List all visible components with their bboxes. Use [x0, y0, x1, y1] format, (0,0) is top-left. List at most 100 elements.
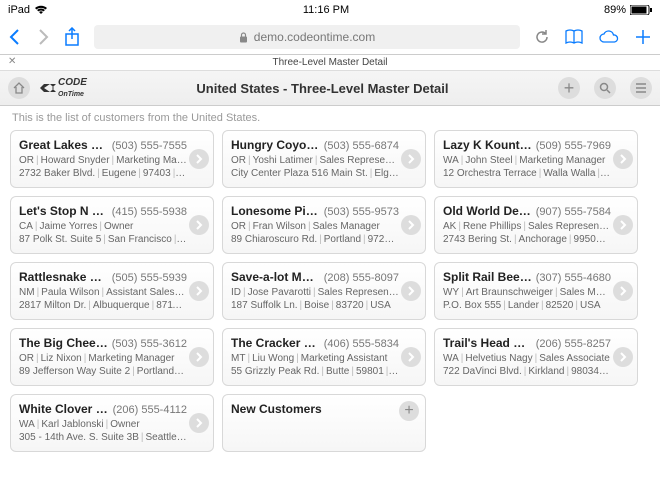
customer-card[interactable]: Split Rail Beer & Ale (307) 555-4680WY|Ar…: [434, 262, 638, 320]
search-icon[interactable]: [594, 77, 616, 99]
customer-phone: (509) 555-7969: [536, 139, 611, 154]
customer-contact-line: ID|Jose Pavarotti|Sales Representati…: [231, 286, 399, 300]
new-customer-label: New Customers: [231, 401, 322, 417]
chevron-right-icon[interactable]: [613, 149, 633, 169]
customer-name: Rattlesnake Canyon…: [19, 269, 108, 285]
customer-address-line: 187 Suffolk Ln.|Boise|83720|USA: [231, 299, 399, 313]
home-icon[interactable]: [8, 77, 30, 99]
new-customer-card[interactable]: New Customers +: [222, 394, 426, 452]
brand-logo: CODEOnTime: [40, 77, 87, 99]
customer-contact-line: WA|John Steel|Marketing Manager: [443, 154, 611, 168]
customer-name: Hungry Coyote Imp…: [231, 137, 320, 153]
customer-contact-line: WY|Art Braunschweiger|Sales Mana…: [443, 286, 611, 300]
chevron-right-icon[interactable]: [189, 347, 209, 367]
hint-text: This is the list of customers from the U…: [0, 106, 660, 130]
address-bar[interactable]: demo.codeontime.com: [94, 25, 520, 49]
customer-grid: Great Lakes Food M… (503) 555-7555OR|Howa…: [0, 130, 660, 462]
customer-address-line: 2817 Milton Dr.|Albuquerque|8711…: [19, 299, 187, 313]
customer-card[interactable]: The Big Cheese(503) 555-3612OR|Liz Nixon…: [10, 328, 214, 386]
close-tab-icon[interactable]: ✕: [8, 56, 16, 67]
customer-phone: (503) 555-9573: [324, 205, 399, 220]
customer-contact-line: OR|Liz Nixon|Marketing Manager: [19, 352, 187, 366]
customer-phone: (208) 555-8097: [324, 271, 399, 286]
forward-icon: [36, 28, 50, 46]
customer-address-line: 87 Polk St. Suite 5|San Francisco|94…: [19, 233, 187, 247]
chevron-right-icon[interactable]: [189, 413, 209, 433]
customer-card[interactable]: Lazy K Kountry Store (509) 555-7969WA|Joh…: [434, 130, 638, 188]
customer-name: Trail's Head Gourm…: [443, 335, 532, 351]
customer-address-line: City Center Plaza 516 Main St.|Elgin|…: [231, 167, 399, 181]
chevron-right-icon[interactable]: [613, 347, 633, 367]
customer-contact-line: OR|Yoshi Latimer|Sales Representa…: [231, 154, 399, 168]
chevron-right-icon[interactable]: [613, 281, 633, 301]
customer-card[interactable]: Let's Stop N Shop (415) 555-5938CA|Jaime …: [10, 196, 214, 254]
chevron-right-icon[interactable]: [189, 215, 209, 235]
new-tab-icon[interactable]: [634, 28, 652, 46]
customer-address-line: 2732 Baker Blvd.|Eugene|97403|U…: [19, 167, 187, 181]
customer-card[interactable]: Trail's Head Gourm…(206) 555-8257WA|Helv…: [434, 328, 638, 386]
customer-name: Save-a-lot Markets: [231, 269, 320, 285]
customer-phone: (415) 555-5938: [112, 205, 187, 220]
chevron-right-icon[interactable]: [189, 149, 209, 169]
customer-phone: (406) 555-5834: [324, 337, 399, 352]
customer-phone: (307) 555-4680: [536, 271, 611, 286]
customer-address-line: 89 Jefferson Way Suite 2|Portland|9…: [19, 365, 187, 379]
customer-name: The Big Cheese: [19, 335, 108, 351]
customer-address-line: 55 Grizzly Peak Rd.|Butte|59801|…: [231, 365, 399, 379]
customer-card[interactable]: Old World Delicates…(907) 555-7584AK|Ren…: [434, 196, 638, 254]
customer-card[interactable]: Rattlesnake Canyon… (505) 555-5939NM|Paul…: [10, 262, 214, 320]
cloud-icon[interactable]: [598, 30, 620, 44]
customer-address-line: 89 Chiaroscuro Rd.|Portland|97219|…: [231, 233, 399, 247]
chevron-right-icon[interactable]: [613, 215, 633, 235]
customer-address-line: 12 Orchestra Terrace|Walla Walla|99…: [443, 167, 611, 181]
customer-contact-line: CA|Jaime Yorres|Owner: [19, 220, 187, 234]
customer-contact-line: OR|Fran Wilson|Sales Manager: [231, 220, 399, 234]
customer-name: Lonesome Pine Res…: [231, 203, 320, 219]
browser-tab[interactable]: ✕ Three-Level Master Detail: [0, 55, 660, 70]
status-bar: iPad 11:16 PM 89%: [0, 0, 660, 20]
customer-address-line: P.O. Box 555|Lander|82520|USA: [443, 299, 611, 313]
customer-phone: (503) 555-6874: [324, 139, 399, 154]
customer-name: Great Lakes Food M…: [19, 137, 108, 153]
customer-name: Split Rail Beer & Ale: [443, 269, 532, 285]
add-icon[interactable]: +: [558, 77, 580, 99]
customer-card[interactable]: The Cracker Box (406) 555-5834MT|Liu Wong…: [222, 328, 426, 386]
customer-name: Let's Stop N Shop: [19, 203, 108, 219]
customer-address-line: 2743 Bering St.|Anchorage|99508|…: [443, 233, 611, 247]
customer-phone: (503) 555-7555: [112, 139, 187, 154]
chevron-right-icon[interactable]: [401, 347, 421, 367]
battery-percent: 89%: [604, 4, 626, 16]
battery-icon: [630, 5, 652, 15]
chevron-right-icon[interactable]: [401, 281, 421, 301]
back-icon[interactable]: [8, 28, 22, 46]
customer-name: White Clover Markets: [19, 401, 109, 417]
customer-card[interactable]: Great Lakes Food M… (503) 555-7555OR|Howa…: [10, 130, 214, 188]
customer-card[interactable]: Save-a-lot Markets (208) 555-8097ID|Jose …: [222, 262, 426, 320]
reload-icon[interactable]: [534, 29, 550, 45]
device-label: iPad: [8, 4, 30, 16]
customer-phone: (907) 555-7584: [536, 205, 611, 220]
customer-address-line: 305 - 14th Ave. S. Suite 3B|Seattle|9…: [19, 431, 187, 445]
customer-phone: (206) 555-4112: [113, 403, 187, 418]
customer-contact-line: NM|Paula Wilson|Assistant Sales Re…: [19, 286, 187, 300]
browser-toolbar: demo.codeontime.com: [0, 20, 660, 55]
book-icon[interactable]: [564, 29, 584, 45]
customer-card[interactable]: Lonesome Pine Res… (503) 555-9573OR|Fran …: [222, 196, 426, 254]
customer-contact-line: OR|Howard Snyder|Marketing Mana…: [19, 154, 187, 168]
plus-icon[interactable]: +: [399, 401, 419, 421]
customer-card[interactable]: White Clover Markets(206) 555-4112WA|Kar…: [10, 394, 214, 452]
wifi-icon: [34, 5, 48, 15]
customer-phone: (505) 555-5939: [112, 271, 187, 286]
customer-contact-line: MT|Liu Wong|Marketing Assistant: [231, 352, 399, 366]
customer-phone: (206) 555-8257: [536, 337, 611, 352]
customer-name: Lazy K Kountry Store: [443, 137, 532, 153]
customer-card[interactable]: Hungry Coyote Imp… (503) 555-6874OR|Yoshi…: [222, 130, 426, 188]
customer-name: The Cracker Box: [231, 335, 320, 351]
share-icon[interactable]: [64, 27, 80, 47]
menu-icon[interactable]: [630, 77, 652, 99]
chevron-right-icon[interactable]: [401, 215, 421, 235]
chevron-right-icon[interactable]: [401, 149, 421, 169]
customer-name: Old World Delicates…: [443, 203, 532, 219]
app-header: CODEOnTime United States - Three-Level M…: [0, 70, 660, 106]
chevron-right-icon[interactable]: [189, 281, 209, 301]
